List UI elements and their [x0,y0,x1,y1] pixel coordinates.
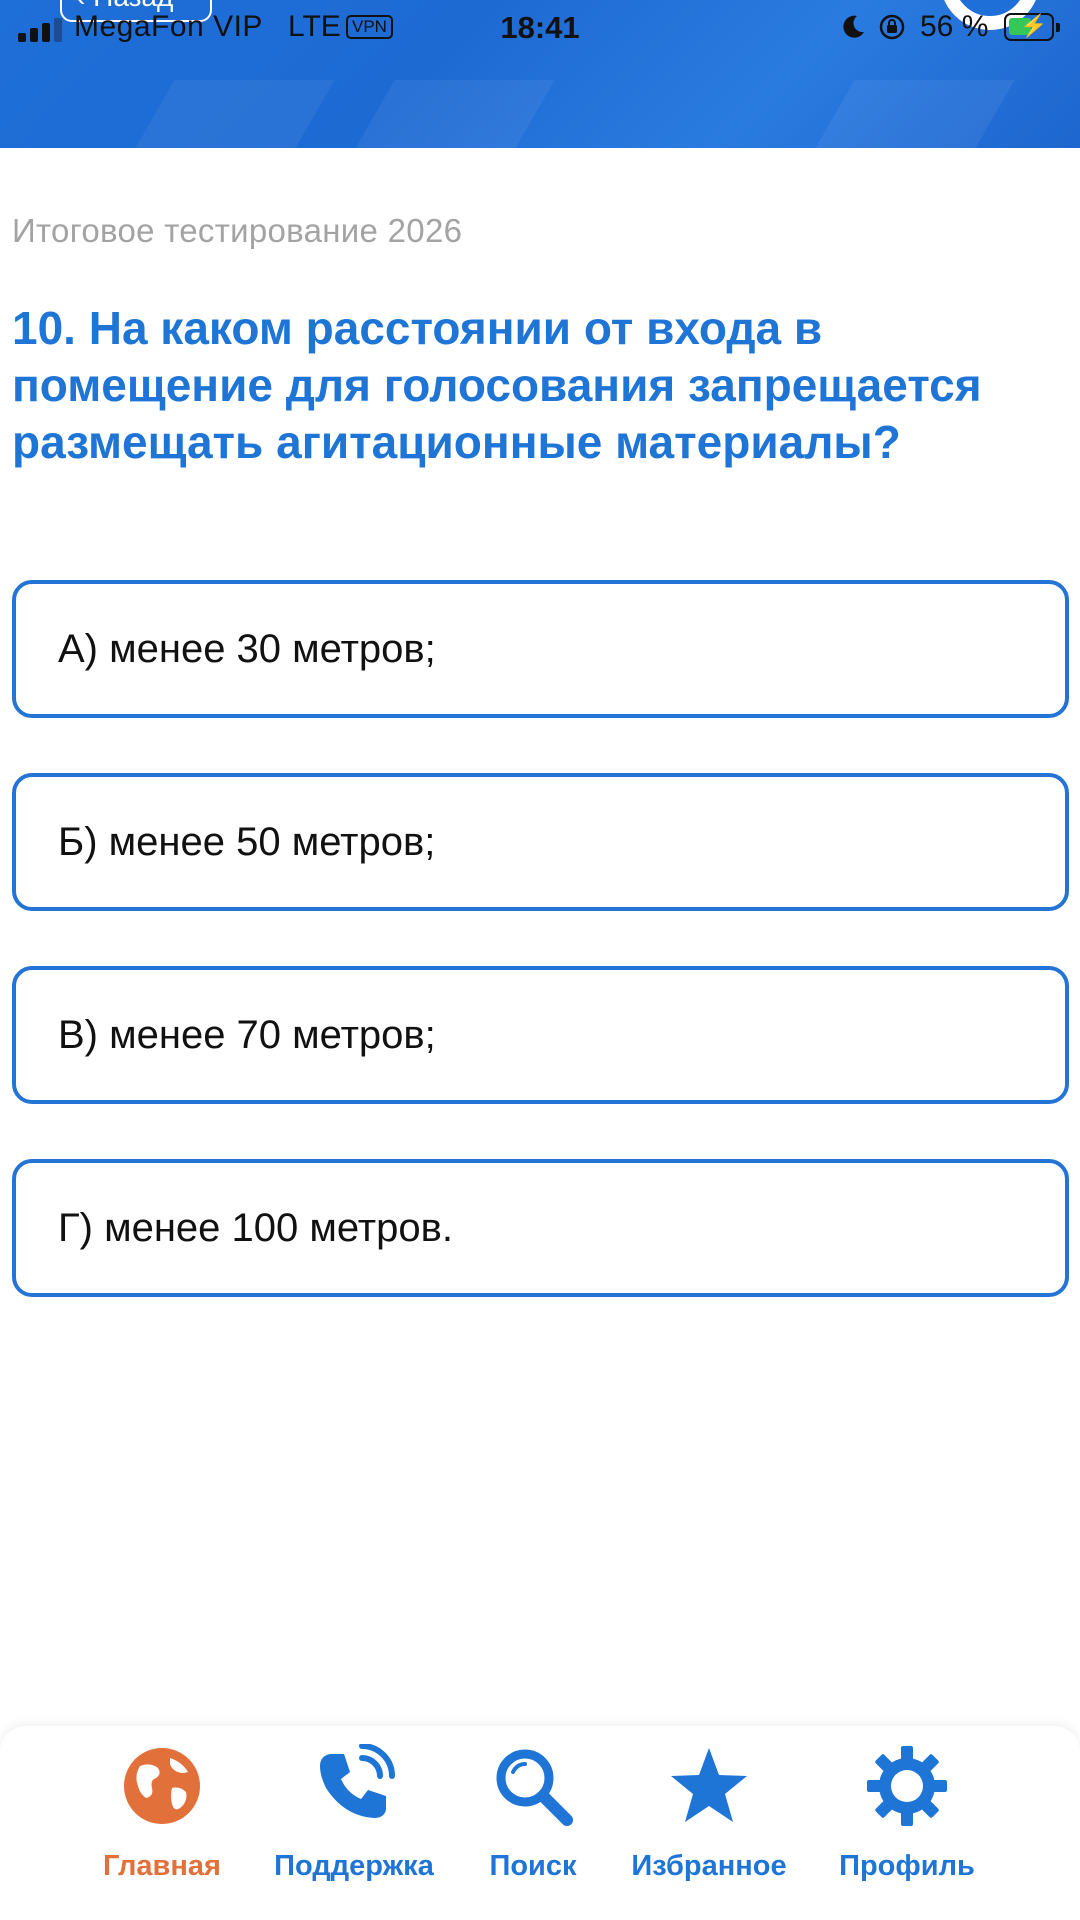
answer-option-a[interactable]: А) менее 30 метров; [12,580,1069,718]
phone-icon [320,1744,395,1818]
tab-home[interactable]: Главная [62,1744,262,1883]
battery-icon: ⚡ [1004,13,1060,41]
tab-label: Профиль [839,1850,975,1882]
answer-option-v[interactable]: В) менее 70 метров; [12,966,1069,1104]
tab-profile[interactable]: Профиль [807,1744,1007,1883]
battery-percent: 56 % [920,10,989,43]
search-icon [496,1749,573,1826]
rotation-lock-icon [879,14,905,40]
tab-label: Главная [103,1850,221,1882]
gear-icon [867,1746,947,1826]
bottom-tab-bar: Главная Поддержка Поиск Избранное Профил… [0,1726,1080,1920]
tab-label: Поиск [489,1850,577,1882]
moon-icon [843,15,864,38]
tab-label: Избранное [631,1850,787,1882]
test-subtitle: Итоговое тестирование 2026 [12,212,463,249]
header-decor [105,80,335,148]
tab-support[interactable]: Поддержка [254,1744,454,1883]
app-header: ‹ Назад MegaFon VIP LTE VPN 18:41 56 % ⚡ [0,0,1080,148]
star-icon [671,1748,747,1822]
header-decor [785,80,1015,148]
answer-option-g[interactable]: Г) менее 100 метров. [12,1159,1069,1297]
header-decor [325,80,555,148]
answer-option-b[interactable]: Б) менее 50 метров; [12,773,1069,911]
answer-list: А) менее 30 метров; Б) менее 50 метров; … [12,580,1069,1352]
status-time: 18:41 [500,10,580,45]
globe-icon [124,1748,200,1824]
tab-label: Поддержка [274,1850,434,1882]
question-text: 10. На каком расстоянии от входа в помещ… [12,302,982,468]
tab-search[interactable]: Поиск [433,1744,633,1883]
tab-favorites[interactable]: Избранное [609,1744,809,1883]
status-bar: MegaFon VIP LTE VPN 18:41 56 % ⚡ [0,0,1080,58]
